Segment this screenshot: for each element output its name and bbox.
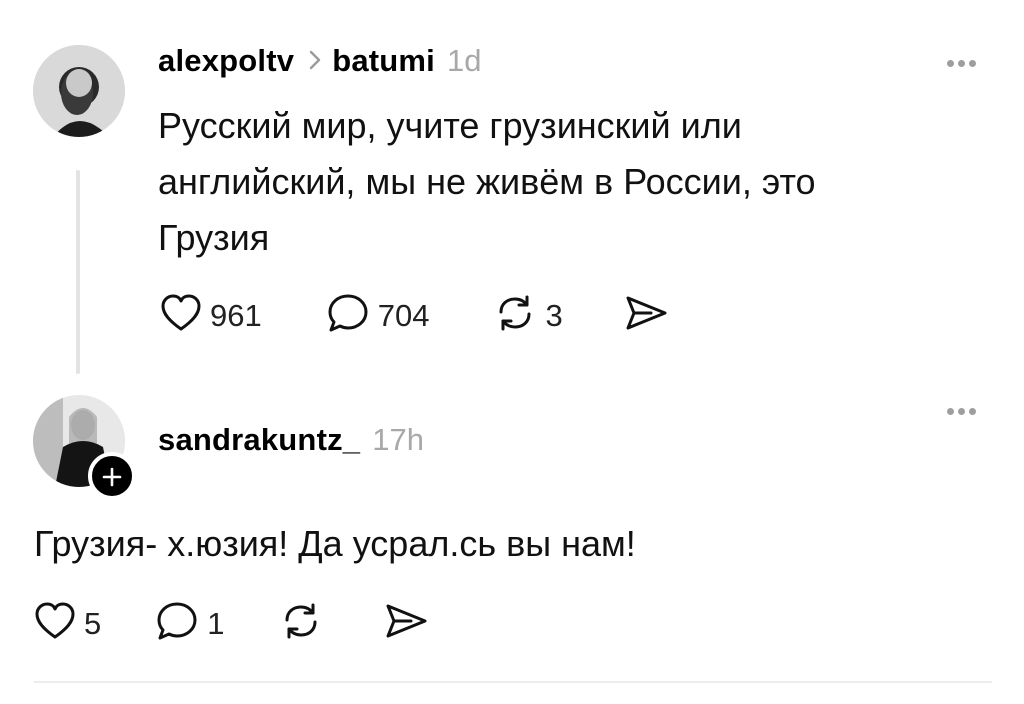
heart-icon (160, 293, 202, 338)
like-count: 5 (84, 605, 102, 641)
comment-icon (326, 292, 370, 339)
heart-icon (34, 601, 76, 646)
plus-icon (102, 460, 122, 492)
send-icon (383, 601, 429, 646)
post-actions: 5 1 (34, 600, 429, 647)
post-header: alexpoltv batumi 1d (158, 43, 482, 79)
reply-count: 704 (377, 297, 430, 333)
more-icon[interactable] (947, 60, 976, 67)
thread-line (76, 170, 80, 374)
like-count: 961 (210, 297, 262, 333)
reply-count: 1 (207, 605, 225, 641)
follow-button[interactable] (88, 452, 136, 500)
username[interactable]: alexpoltv (158, 43, 294, 79)
post-text-line: английский, мы не живём в России, это (158, 161, 816, 202)
divider (34, 681, 992, 683)
post-header: sandrakuntz_ 17h (158, 422, 424, 458)
send-icon (623, 293, 669, 338)
more-icon[interactable] (947, 408, 976, 415)
repost-count: 3 (545, 297, 563, 333)
location-tag[interactable]: batumi (332, 43, 435, 79)
comment-icon (155, 600, 199, 647)
post-text-line: Русский мир, учите грузинский или (158, 105, 742, 146)
like-button[interactable]: 5 (34, 601, 101, 646)
post-time: 17h (372, 422, 424, 457)
repost-button[interactable] (279, 600, 323, 647)
reply-button[interactable]: 704 (326, 292, 430, 339)
post-text: Русский мир, учите грузинский или англий… (158, 98, 816, 266)
chevron-right-icon (308, 46, 322, 78)
share-button[interactable] (383, 601, 429, 646)
repost-button[interactable]: 3 (493, 292, 563, 339)
avatar-alexpoltv[interactable] (33, 45, 125, 137)
repost-icon (493, 292, 537, 339)
share-button[interactable] (623, 293, 669, 338)
post-text-line: Грузия (158, 217, 270, 258)
username[interactable]: sandrakuntz_ (158, 422, 360, 458)
post-actions: 961 704 3 (160, 292, 669, 339)
post-time: 1d (447, 43, 482, 78)
like-button[interactable]: 961 (160, 293, 262, 338)
reply-button[interactable]: 1 (155, 600, 225, 647)
post-text: Грузия- х.юзия! Да усрал.сь вы нам! (34, 523, 636, 564)
repost-icon (279, 600, 323, 647)
